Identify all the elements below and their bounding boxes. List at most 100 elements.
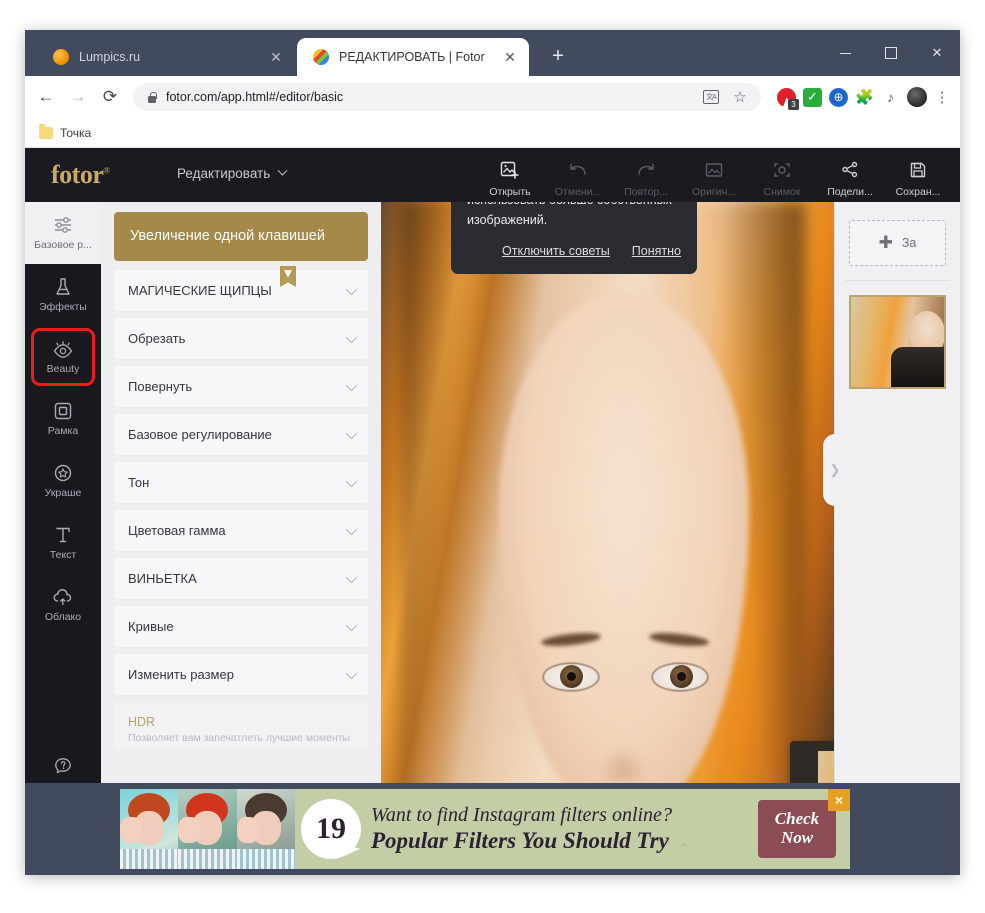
toolbar-share-button[interactable]: Подели... [816, 152, 884, 198]
redo-icon [635, 159, 657, 181]
star-icon[interactable]: ☆ [727, 84, 753, 110]
ad-thumb [178, 789, 237, 869]
sidebar-item-label: Украше [44, 487, 82, 499]
promo-banner[interactable]: Увеличение одной клавишей [114, 212, 368, 262]
globe-extension-icon[interactable]: ⊕ [829, 87, 848, 107]
chevron-down-icon [345, 523, 358, 535]
sidebar-item-beauty[interactable]: Beauty [25, 326, 101, 388]
accordion-label: Кривые [128, 619, 174, 635]
extension-badge-count: 3 [788, 98, 799, 110]
accordion-vignette[interactable]: ВИНЬЕТКА [114, 558, 368, 600]
puzzle-extensions-icon[interactable]: 🧩 [855, 88, 874, 107]
toolbar-undo-button[interactable]: Отмени... [544, 152, 612, 198]
sidebar-item-label: Рамка [47, 425, 79, 437]
tab-close-icon[interactable]: ✕ [267, 49, 285, 66]
original-image-icon [704, 159, 724, 181]
new-tab-button[interactable]: + [545, 44, 571, 70]
maximize-icon[interactable] [868, 30, 914, 76]
add-image-button[interactable]: ✚ За [849, 220, 946, 266]
tab-strip: Lumpics.ru ✕ РЕДАКТИРОВАТЬ | Fotor ✕ + ✕ [25, 30, 960, 76]
tab-title: Lumpics.ru [79, 50, 141, 64]
add-image-label: За [901, 236, 917, 250]
address-bar[interactable]: fotor.com/app.html#/editor/basic 文A ☆ [133, 83, 761, 111]
accordion-label: МАГИЧЕСКИЕ ЩИПЦЫ [128, 283, 272, 299]
ad-headline-1: Want to find Instagram filters online? [371, 803, 672, 826]
sidebar-item-basic-edit[interactable]: Базовое р... [25, 202, 101, 264]
accordion-magic-clippers[interactable]: МАГИЧЕСКИЕ ЩИПЦЫ [114, 266, 368, 312]
accordion-crop[interactable]: Обрезать [114, 318, 368, 360]
open-image-icon [500, 159, 520, 181]
ad-close-button[interactable]: × [828, 789, 850, 811]
avatar[interactable] [907, 87, 927, 107]
checkmark-extension-icon[interactable]: ✓ [803, 87, 822, 107]
translate-icon[interactable]: 文A [698, 84, 724, 110]
toolbar-snapshot-button[interactable]: Снимок [748, 152, 816, 198]
photo-detail [891, 347, 944, 387]
accordion-resize[interactable]: Изменить размер [114, 654, 368, 696]
accordion-label: Базовое регулирование [128, 427, 272, 443]
ad-banner[interactable]: 19 Want to find Instagram filters online… [120, 789, 850, 869]
disable-tips-link[interactable]: Отключить советы [502, 242, 610, 261]
tool-panel: Увеличение одной клавишей МАГИЧЕСКИЕ ЩИП… [101, 202, 381, 875]
toolbar-label: Подели... [827, 186, 873, 198]
screenshot-root: Lumpics.ru ✕ РЕДАКТИРОВАТЬ | Fotor ✕ + ✕… [0, 0, 985, 913]
chevron-right-icon: ❯ [829, 462, 841, 477]
back-arrow-icon[interactable]: ← [31, 82, 61, 112]
chevron-down-icon [345, 571, 358, 583]
close-icon[interactable]: ✕ [914, 30, 960, 76]
ad-banner-bar: 19 Want to find Instagram filters online… [25, 783, 960, 875]
forward-arrow-icon[interactable]: → [63, 82, 93, 112]
media-control-icon[interactable]: ♪ [881, 88, 900, 107]
fotor-logo: fotor® [51, 160, 110, 189]
sidebar-item-decorate[interactable]: Украше [25, 450, 101, 512]
sidebar-item-effects[interactable]: Эффекты [25, 264, 101, 326]
accordion-label: Цветовая гамма [128, 523, 226, 539]
browser-tab-fotor[interactable]: РЕДАКТИРОВАТЬ | Fotor ✕ [297, 38, 529, 76]
ad-thumb [120, 789, 179, 869]
ad-content: 19 Want to find Instagram filters online… [295, 789, 850, 869]
frame-icon [53, 401, 73, 421]
kebab-menu-icon[interactable]: ⋮ [934, 88, 950, 106]
reload-icon[interactable]: ⟳ [95, 82, 125, 112]
ad-number-bubble: 19 [301, 799, 361, 859]
image-thumbnail[interactable] [849, 295, 946, 389]
bookmark-item-tochka[interactable]: Точка [39, 124, 92, 140]
toolbar-save-button[interactable]: Сохран... [884, 152, 952, 198]
minimize-icon[interactable] [822, 30, 868, 76]
orange-circle-icon [53, 49, 69, 65]
accordion-basic-adjust[interactable]: Базовое регулирование [114, 414, 368, 456]
photo-detail [599, 747, 647, 781]
edit-menu-dropdown[interactable]: Редактировать [177, 165, 288, 181]
browser-tab-lumpics[interactable]: Lumpics.ru ✕ [37, 38, 295, 76]
panel-collapse-toggle[interactable]: ❯ [823, 434, 847, 506]
ad-cta-button[interactable]: Check Now [758, 800, 836, 858]
header-toolbar: Открыть Отмени... Повтор... Оригин... Сн… [476, 152, 952, 198]
sliders-icon [53, 215, 73, 235]
toolbar-redo-button[interactable]: Повтор... [612, 152, 680, 198]
sidebar-item-cloud[interactable]: Облако [25, 574, 101, 636]
adblock-extension-icon[interactable]: 3 [777, 87, 799, 110]
tab-close-icon[interactable]: ✕ [501, 49, 519, 66]
got-it-link[interactable]: Понятно [632, 242, 681, 261]
main-photo[interactable] [381, 202, 860, 875]
accordion-tone[interactable]: Тон [114, 462, 368, 504]
hdr-title: HDR [128, 714, 156, 729]
chevron-down-icon [345, 427, 358, 439]
chevron-down-icon [345, 331, 358, 343]
accordion-curves[interactable]: Кривые [114, 606, 368, 648]
accordion-color-gamut[interactable]: Цветовая гамма [114, 510, 368, 552]
toolbar-open-button[interactable]: Открыть [476, 152, 544, 198]
fotor-app: fotor® Редактировать Открыть Отмени... П… [25, 148, 960, 875]
sidebar-item-frame[interactable]: Рамка [25, 388, 101, 450]
folder-icon [39, 124, 53, 139]
toolbar-original-button[interactable]: Оригин... [680, 152, 748, 198]
accordion-hdr[interactable]: HDR Позволяет вам запечатлеть лучшие мом… [114, 702, 368, 751]
accordion-rotate[interactable]: Повернуть [114, 366, 368, 408]
chevron-down-icon [345, 619, 358, 631]
chevron-down-icon [345, 667, 358, 679]
bookmark-label: Точка [60, 125, 92, 140]
chevron-down-icon [345, 379, 358, 391]
sidebar-item-text[interactable]: Текст [25, 512, 101, 574]
toolbar-label: Снимок [763, 186, 801, 198]
toolbar-label: Оригин... [691, 186, 737, 198]
